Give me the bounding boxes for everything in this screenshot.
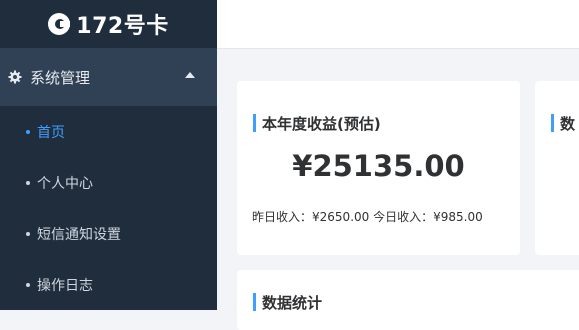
bullet-icon xyxy=(26,129,30,134)
yesterday-label: 昨日收入： xyxy=(252,210,313,224)
card-title-text: 数 xyxy=(560,114,576,133)
gear-icon xyxy=(8,70,22,84)
sidebar-item-home[interactable]: 首页 xyxy=(0,106,217,157)
sidebar-item-label: 个人中心 xyxy=(37,175,93,192)
annual-revenue-amount: ¥25135.00 xyxy=(292,149,465,183)
card-title-text: 数据统计 xyxy=(262,293,323,312)
sidebar: 172号卡 系统管理 首页 个人中心 短信通知设置 操作日志 xyxy=(0,0,217,310)
card-title: 数 xyxy=(551,113,575,133)
card-title: 数据统计 xyxy=(253,292,322,312)
sidebar-item-label: 短信通知设置 xyxy=(37,226,121,243)
submenu: 首页 个人中心 短信通知设置 操作日志 xyxy=(0,106,217,310)
today-label: 今日收入： xyxy=(373,210,434,224)
revenue-card: 本年度收益(预估) ¥25135.00 昨日收入：¥2650.00 今日收入：¥… xyxy=(237,81,520,255)
sidebar-item-profile[interactable]: 个人中心 xyxy=(0,157,217,208)
title-accent-bar xyxy=(253,114,256,132)
menu-group-label: 系统管理 xyxy=(30,68,91,87)
card-title-text: 本年度收益(预估) xyxy=(262,114,381,133)
yesterday-value: ¥2650.00 xyxy=(312,210,370,224)
top-header xyxy=(217,0,579,49)
today-value: ¥985.00 xyxy=(433,210,483,224)
logo-icon xyxy=(48,13,71,35)
daily-income-line: 昨日收入：¥2650.00 今日收入：¥985.00 xyxy=(252,208,483,225)
bullet-icon xyxy=(26,231,30,236)
title-accent-bar xyxy=(253,293,256,311)
logo[interactable]: 172号卡 xyxy=(0,0,217,48)
stats-card: 数据统计 xyxy=(237,270,579,330)
chevron-up-icon xyxy=(185,72,195,78)
logo-text: 172号卡 xyxy=(76,14,169,39)
title-accent-bar xyxy=(551,114,554,132)
card-title: 本年度收益(预估) xyxy=(253,113,381,133)
bullet-icon xyxy=(26,282,30,287)
sidebar-item-operation-log[interactable]: 操作日志 xyxy=(0,259,217,310)
sidebar-item-label: 操作日志 xyxy=(37,277,93,294)
second-card: 数 xyxy=(535,81,579,255)
menu-group-system[interactable]: 系统管理 xyxy=(0,48,217,106)
bullet-icon xyxy=(26,180,30,185)
sidebar-item-sms-settings[interactable]: 短信通知设置 xyxy=(0,208,217,259)
sidebar-item-label: 首页 xyxy=(37,124,65,141)
